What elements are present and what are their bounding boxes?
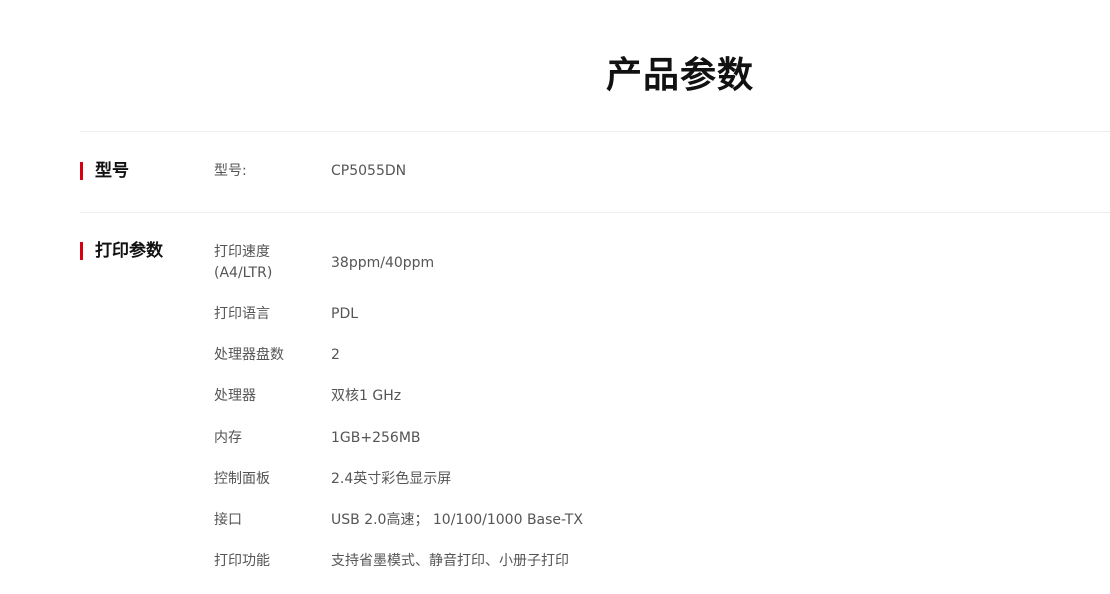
spec-value: USB 2.0高速； 10/100/1000 Base-TX [331,512,583,528]
spec-label: 打印语言 [214,306,270,322]
spec-label: 处理器盘数 [214,347,284,363]
spec-value: PDL [331,306,359,322]
spec-label: 型号: [214,163,247,179]
section-divider [80,131,1110,132]
spec-value: 支持省墨模式、静音打印、小册子打印 [331,553,569,569]
spec-value: CP5055DN [331,163,407,179]
spec-value: 2 [331,347,340,363]
page-title: 产品参数 [605,55,754,96]
section-heading-print-params: 打印参数 [80,242,163,260]
spec-value: 双核1 GHz [331,388,402,404]
spec-label: 处理器 [214,388,256,404]
spec-value: 2.4英寸彩色显示屏 [331,471,452,487]
spec-label: 打印速度(A4/LTR) [214,244,273,281]
spec-label: 控制面板 [214,471,270,487]
spec-value: 1GB+256MB [331,430,421,446]
spec-label: 打印功能 [214,553,270,569]
section-heading-model: 型号 [80,162,129,180]
section-divider [80,212,1110,213]
spec-label: 内存 [214,430,242,446]
spec-label: 接口 [214,512,242,528]
spec-value: 38ppm/40ppm [331,255,435,271]
